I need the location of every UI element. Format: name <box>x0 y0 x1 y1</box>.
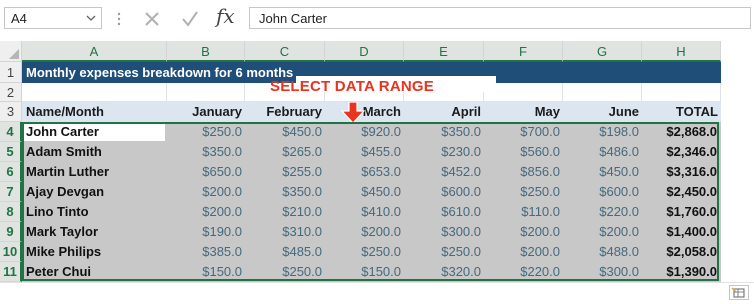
row-header-9[interactable]: 9 <box>0 222 22 242</box>
row-header-5[interactable]: 5 <box>0 142 22 162</box>
select-data-range-label: SELECT DATA RANGE <box>270 78 434 95</box>
row-header-1[interactable]: 1 <box>0 62 22 83</box>
down-arrow-icon <box>340 102 366 124</box>
cancel-icon[interactable] <box>143 10 161 28</box>
row-header-2[interactable]: 2 <box>0 83 22 102</box>
row-header-4[interactable]: 4 <box>0 122 22 142</box>
column-header-f[interactable]: F <box>484 41 563 62</box>
header-month[interactable]: June <box>563 102 639 122</box>
row-header-10[interactable]: 10 <box>0 242 22 262</box>
header-name-month[interactable]: Name/Month <box>26 102 104 122</box>
select-all-button[interactable] <box>0 41 22 62</box>
formula-bar: A4 fx John Carter <box>0 0 754 38</box>
column-header-e[interactable]: E <box>404 41 484 62</box>
column-header-a[interactable]: A <box>22 41 167 62</box>
grid-cell[interactable] <box>563 83 642 102</box>
formula-value: John Carter <box>259 11 327 26</box>
column-header-d[interactable]: D <box>325 41 404 62</box>
selection-border <box>22 122 719 281</box>
chevron-down-icon[interactable] <box>85 12 97 24</box>
column-header-g[interactable]: G <box>563 41 642 62</box>
name-box-value: A4 <box>11 11 27 26</box>
header-month[interactable]: February <box>245 102 322 122</box>
header-month[interactable]: April <box>404 102 481 122</box>
row-12-line <box>0 282 754 283</box>
grid-cell[interactable] <box>642 83 721 102</box>
column-header-h[interactable]: H <box>642 41 721 62</box>
row-header-7[interactable]: 7 <box>0 182 22 202</box>
row-header-6[interactable]: 6 <box>0 162 22 182</box>
header-month[interactable]: May <box>484 102 560 122</box>
select-all-triangle-icon <box>9 49 19 59</box>
row-header-8[interactable]: 8 <box>0 202 22 222</box>
name-box[interactable]: A4 <box>4 7 102 29</box>
formula-input[interactable]: John Carter <box>249 7 751 29</box>
more-dots-icon <box>117 12 121 26</box>
grid-cell[interactable] <box>22 83 167 102</box>
grid-cell[interactable] <box>167 83 245 102</box>
quick-analysis-glyph-icon <box>731 287 745 298</box>
sheet-title[interactable]: Monthly expenses breakdown for 6 months <box>26 63 293 83</box>
column-header-b[interactable]: B <box>167 41 245 62</box>
header-month[interactable]: January <box>167 102 242 122</box>
row-header-3[interactable]: 3 <box>0 102 22 122</box>
header-total[interactable]: TOTAL <box>642 102 718 122</box>
check-icon[interactable] <box>180 9 200 29</box>
quick-analysis-icon[interactable] <box>729 285 749 300</box>
insert-function-button[interactable]: fx <box>216 4 235 28</box>
column-header-c[interactable]: C <box>245 41 325 62</box>
row-header-11[interactable]: 11 <box>0 262 22 282</box>
